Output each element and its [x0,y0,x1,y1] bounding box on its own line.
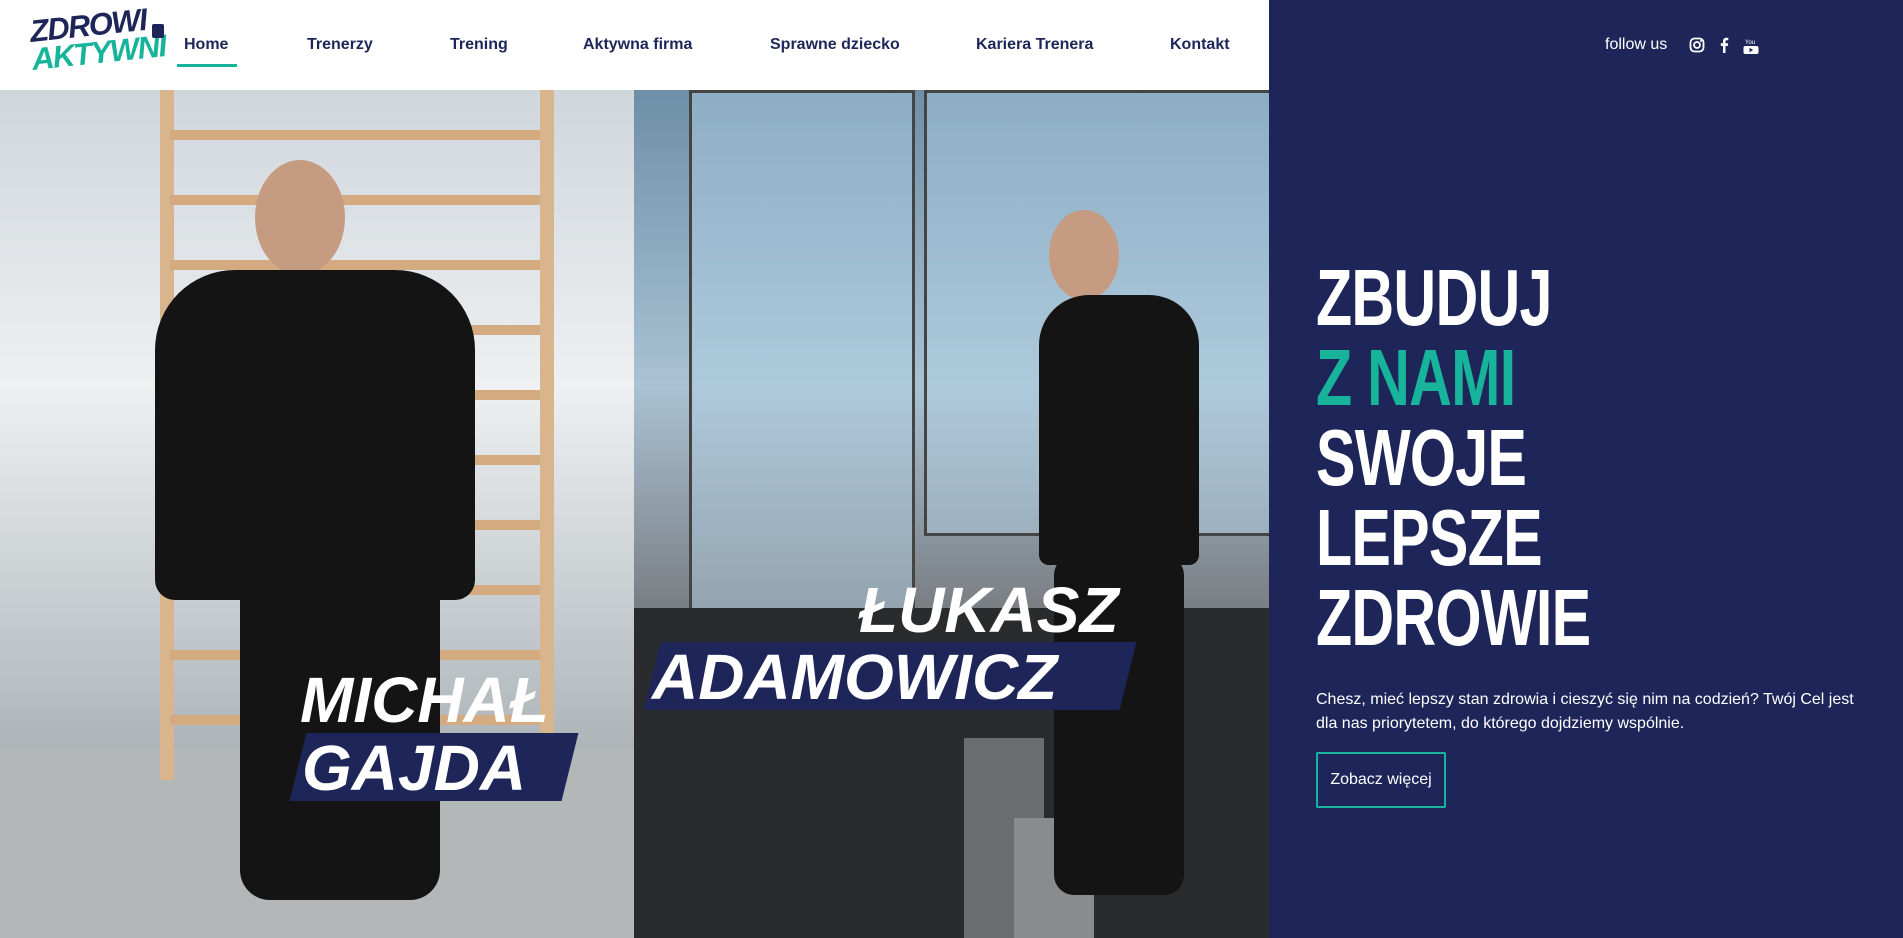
trainer-last-name: ADAMOWICZ [652,641,1058,713]
nav-active-indicator [177,64,237,67]
trainer-photo-lukasz: ŁUKASZ ADAMOWICZ [634,90,1269,938]
logo-mark [152,24,164,38]
hero-panel: follow us You ZBUDUJ Z NAMI SWOJE LEPSZE… [1269,0,1903,938]
follow-us-label: follow us [1605,36,1668,53]
wall-bars-rung [170,195,540,205]
nav-aktywna-firma[interactable]: Aktywna firma [583,36,692,54]
wall-bars-rung [170,130,540,140]
headline-line-5: ZDROWIE [1316,573,1591,662]
site-logo[interactable]: ZDROWI AKTYWNI [28,2,167,78]
site-header: ZDROWI AKTYWNI Home Trenerzy Trening Akt… [0,0,1269,90]
trainer-photo-michal: MICHAŁ GAJDA [0,90,634,938]
youtube-icon[interactable]: You [1743,37,1761,55]
hero-headline: ZBUDUJ Z NAMI SWOJE LEPSZE ZDROWIE [1316,253,1591,662]
headline-line-3: SWOJE [1316,413,1527,502]
trainer-torso [155,270,475,600]
wall-bars-rung [170,260,540,270]
glass-window [689,90,915,616]
headline-line-2: Z NAMI [1316,333,1516,422]
trainer-first-name: MICHAŁ [300,664,549,736]
nav-kontakt[interactable]: Kontakt [1170,36,1230,54]
hero-description: Chesz, mieć lepszy stan zdrowia i cieszy… [1316,691,1854,732]
nav-kariera-trenera[interactable]: Kariera Trenera [976,36,1093,54]
trainer-torso [1039,295,1199,565]
facebook-icon[interactable] [1716,37,1734,55]
nav-trening[interactable]: Trening [450,36,508,54]
instagram-icon[interactable] [1689,37,1707,55]
nav-home[interactable]: Home [184,36,228,54]
trainer-head [255,160,345,275]
trainer-last-name: GAJDA [302,732,527,804]
svg-text:You: You [1745,40,1755,46]
nav-sprawne-dziecko[interactable]: Sprawne dziecko [770,36,900,54]
trainer-head [1049,210,1119,300]
headline-line-1: ZBUDUJ [1316,253,1552,342]
trainer-first-name: ŁUKASZ [859,574,1119,646]
nav-trenerzy[interactable]: Trenerzy [307,36,373,54]
headline-line-4: LEPSZE [1316,493,1543,582]
see-more-button[interactable]: Zobacz więcej [1316,752,1446,808]
